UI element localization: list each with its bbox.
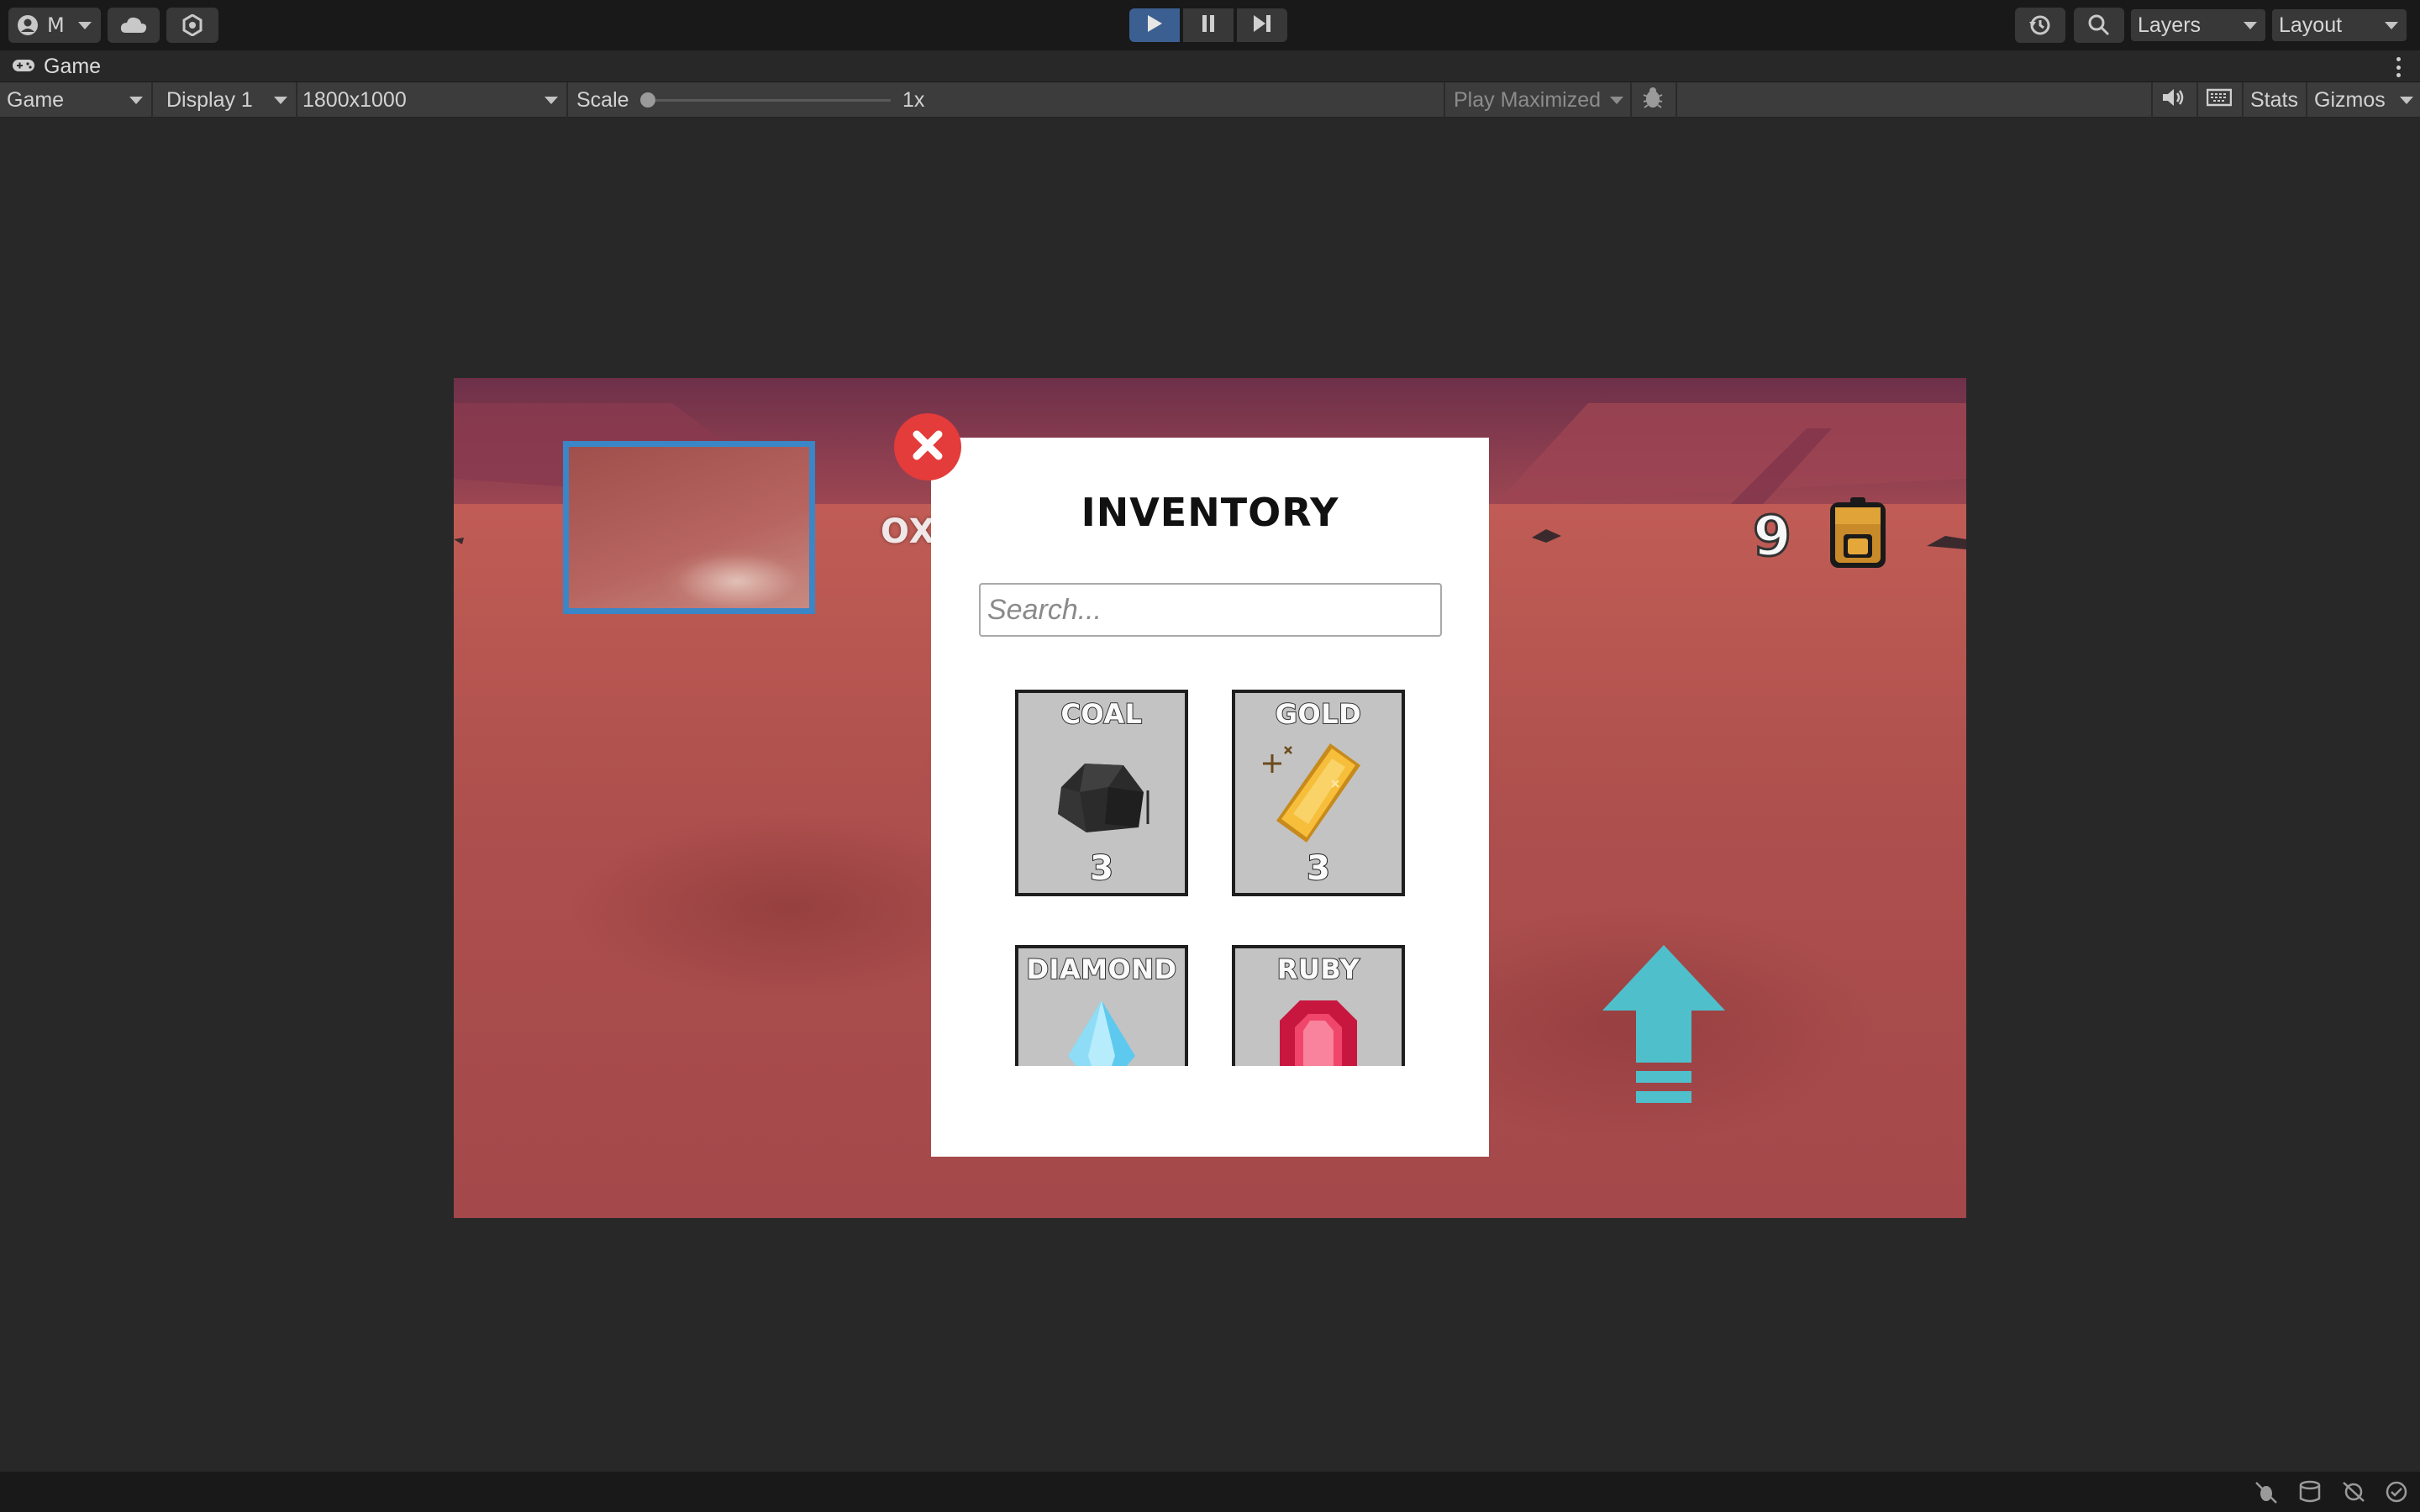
- account-label: M: [47, 13, 65, 37]
- layers-label: Layers: [2138, 13, 2202, 37]
- display-dropdown[interactable]: Display 1: [160, 82, 294, 118]
- window-tab-bar: Game: [0, 50, 2420, 82]
- inventory-panel: INVENTORY COAL 3 GOLD: [931, 438, 1489, 1157]
- mute-audio-toggle[interactable]: [2154, 82, 2196, 118]
- close-inventory-button[interactable]: [894, 413, 961, 480]
- console-check-icon[interactable]: [2385, 1480, 2408, 1507]
- stats-label: Stats: [2250, 87, 2298, 112]
- scale-value: 1x: [902, 87, 925, 112]
- services-button[interactable]: [166, 8, 218, 43]
- divider: [1676, 82, 1677, 118]
- cache-server-icon[interactable]: [2297, 1480, 2323, 1507]
- more-options-icon[interactable]: [2396, 57, 2402, 77]
- search-icon: [2087, 13, 2111, 37]
- divider: [2151, 82, 2153, 118]
- auto-generate-lighting-icon[interactable]: [2341, 1480, 2366, 1507]
- item-name: RUBY: [1276, 953, 1360, 986]
- divider: [1444, 82, 1445, 118]
- chevron-down-icon: [77, 21, 92, 29]
- pause-button[interactable]: [1183, 8, 1234, 42]
- speaker-icon: [2161, 87, 2185, 113]
- scale-label: Scale: [576, 87, 629, 112]
- view-mode-label: Game: [7, 87, 65, 112]
- play-controls: [1129, 8, 1287, 42]
- inventory-search-input[interactable]: [979, 583, 1442, 637]
- undo-history-button[interactable]: [2015, 8, 2065, 43]
- inventory-slot-gold[interactable]: GOLD 3: [1232, 690, 1405, 896]
- account-dropdown[interactable]: M: [8, 8, 101, 43]
- game-view-toolbar: Game Display 1 1800x1000 Scale 1x Play M…: [0, 82, 2420, 118]
- chevron-down-icon: [129, 97, 143, 104]
- view-mode-dropdown[interactable]: Game: [0, 82, 150, 118]
- bug-icon: [1640, 85, 1665, 116]
- divider: [2196, 82, 2198, 118]
- minimap[interactable]: [563, 441, 815, 614]
- gamepad-icon: [12, 55, 35, 79]
- item-count: 3: [1306, 848, 1331, 889]
- inventory-slot-diamond[interactable]: DIAMOND: [1015, 945, 1188, 1066]
- scale-slider-handle[interactable]: [640, 92, 655, 108]
- item-name: GOLD: [1275, 697, 1362, 731]
- play-button[interactable]: [1129, 8, 1180, 42]
- cloud-icon: [119, 16, 148, 34]
- play-icon: [1146, 14, 1163, 36]
- gizmos-dropdown[interactable]: Gizmos: [2307, 82, 2420, 118]
- chevron-down-icon: [1610, 97, 1623, 104]
- layout-label: Layout: [2279, 13, 2343, 37]
- play-mode-label: Play Maximized: [1454, 87, 1602, 112]
- game-viewport[interactable]: OXY 9 INVENTORY COAL: [454, 378, 1966, 1218]
- account-icon: [17, 14, 39, 36]
- coal-icon: [1043, 740, 1160, 844]
- chevron-down-icon: [2400, 97, 2413, 104]
- settings-gear-icon: [182, 14, 203, 36]
- inventory-title: INVENTORY: [1081, 490, 1339, 535]
- scale-slider-track[interactable]: [647, 99, 891, 102]
- shortcuts-toggle[interactable]: [2200, 82, 2242, 118]
- cloud-button[interactable]: [108, 8, 160, 43]
- inventory-grid: COAL 3 GOLD 3 DIAMOND RUBY: [931, 690, 1489, 1066]
- step-icon: [1252, 14, 1272, 36]
- chevron-down-icon: [544, 97, 558, 104]
- chevron-down-icon: [2385, 22, 2398, 29]
- play-mode-dropdown[interactable]: Play Maximized: [1447, 82, 1630, 118]
- display-label: Display 1: [166, 87, 253, 112]
- jetpack-up-arrow-icon[interactable]: [1601, 945, 1727, 1113]
- debug-toggle[interactable]: [1634, 82, 1676, 118]
- inventory-count: 9: [1752, 503, 1793, 570]
- item-name: COAL: [1060, 697, 1143, 731]
- history-icon: [2028, 13, 2052, 37]
- editor-toolbar: M Layers Layout: [0, 0, 2420, 50]
- divider: [566, 82, 568, 118]
- close-icon: [910, 428, 945, 466]
- status-icons: [2254, 1480, 2408, 1507]
- keyboard-icon: [2206, 88, 2233, 113]
- layers-dropdown[interactable]: Layers: [2131, 9, 2265, 41]
- gizmos-label: Gizmos: [2314, 87, 2386, 112]
- stats-toggle[interactable]: Stats: [2244, 82, 2311, 118]
- layout-dropdown[interactable]: Layout: [2272, 9, 2407, 41]
- item-name: DIAMOND: [1025, 953, 1177, 986]
- gold-bar-icon: [1260, 740, 1377, 844]
- resolution-dropdown[interactable]: 1800x1000: [296, 82, 565, 118]
- inventory-slot-coal[interactable]: COAL 3: [1015, 690, 1188, 896]
- ruby-icon: [1260, 995, 1377, 1066]
- pause-icon: [1201, 14, 1216, 36]
- chevron-down-icon: [2244, 22, 2257, 29]
- tab-title: Game: [44, 54, 102, 78]
- search-button[interactable]: [2074, 8, 2124, 43]
- resolution-label: 1800x1000: [302, 87, 407, 112]
- tab-game[interactable]: Game: [12, 54, 101, 79]
- diamond-icon: [1043, 995, 1160, 1066]
- divider: [151, 82, 153, 118]
- step-button[interactable]: [1237, 8, 1287, 42]
- backpack-icon[interactable]: [1825, 496, 1891, 571]
- divider: [1630, 82, 1632, 118]
- editor-status-bar: [0, 1472, 2420, 1512]
- inventory-slot-ruby[interactable]: RUBY: [1232, 945, 1405, 1066]
- item-count: 3: [1089, 848, 1114, 889]
- chevron-down-icon: [274, 97, 287, 104]
- debug-off-icon[interactable]: [2254, 1480, 2279, 1507]
